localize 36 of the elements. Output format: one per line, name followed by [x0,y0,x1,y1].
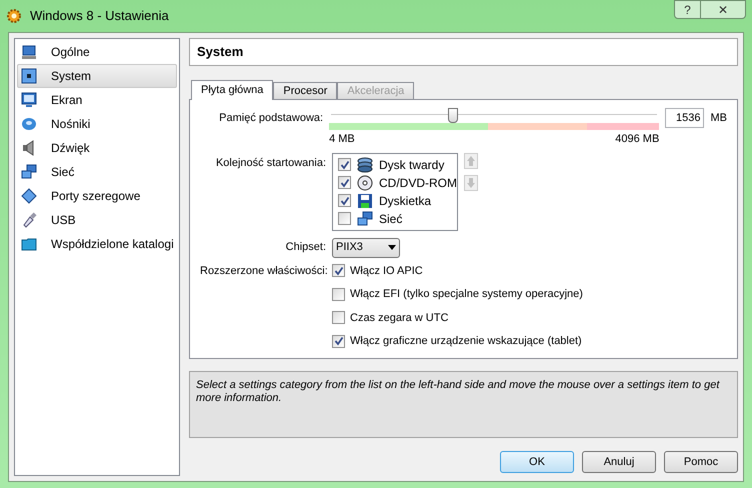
info-panel: Select a settings category from the list on the left-hand side and move the mouse over a settings item to get more information. [189,371,738,438]
boot-order-label: Kolejność startowania: [214,156,327,170]
chipset-label: Chipset: [284,240,327,256]
boot-item[interactable]: Sieć [335,210,455,228]
option-label: Włącz IO APIC [350,264,423,278]
category-item[interactable]: System [17,64,177,88]
category-item[interactable]: Porty szeregowe [17,184,177,208]
memory-input[interactable]: 1536 [665,108,704,128]
option-label: Włącz EFI (tylko specjalne systemy operacyjne) [350,287,583,302]
option-label: Czas zegara w UTC [350,310,448,326]
section-header: System [189,38,738,66]
extended-label: Rozszerzone właściwości: [200,264,329,278]
boot-item[interactable]: Dyskietka [335,192,455,210]
tab[interactable]: Procesor [273,82,338,99]
chipset-dropdown[interactable]: PIIX3 [332,238,400,258]
dialog-button[interactable]: Pomoc [664,451,738,473]
max-label: 4096 MB [615,132,660,147]
close-button[interactable]: ✕ [701,0,746,19]
window-title: Windows 8 - Ustawienia [30,7,169,25]
memory-label: Pamięć podstawowa: [218,111,324,126]
category-item[interactable]: Współdzielone katalogi [17,232,177,256]
boot-item[interactable]: Dysk twardy [335,156,455,174]
help-button[interactable]: ? [674,0,701,19]
min-label: 4 MB [329,132,355,147]
category-item[interactable]: Ogólne [17,40,177,64]
category-item[interactable]: Ekran [17,88,177,112]
category-item[interactable]: Sieć [17,160,177,184]
category-item[interactable]: Dźwięk [17,136,177,160]
unit-label: MB [710,111,727,126]
dialog-button[interactable]: OK [500,451,574,473]
dialog-button[interactable]: Anuluj [582,451,656,473]
option-label: Włącz graficzne urządzenie wskazujące (tablet) [350,334,582,349]
category-item[interactable]: USB [17,208,177,232]
category-item[interactable]: Nośniki [17,112,177,136]
tab[interactable]: Płyta główna [191,80,274,100]
boot-item[interactable]: CD/DVD-ROM [335,174,455,192]
